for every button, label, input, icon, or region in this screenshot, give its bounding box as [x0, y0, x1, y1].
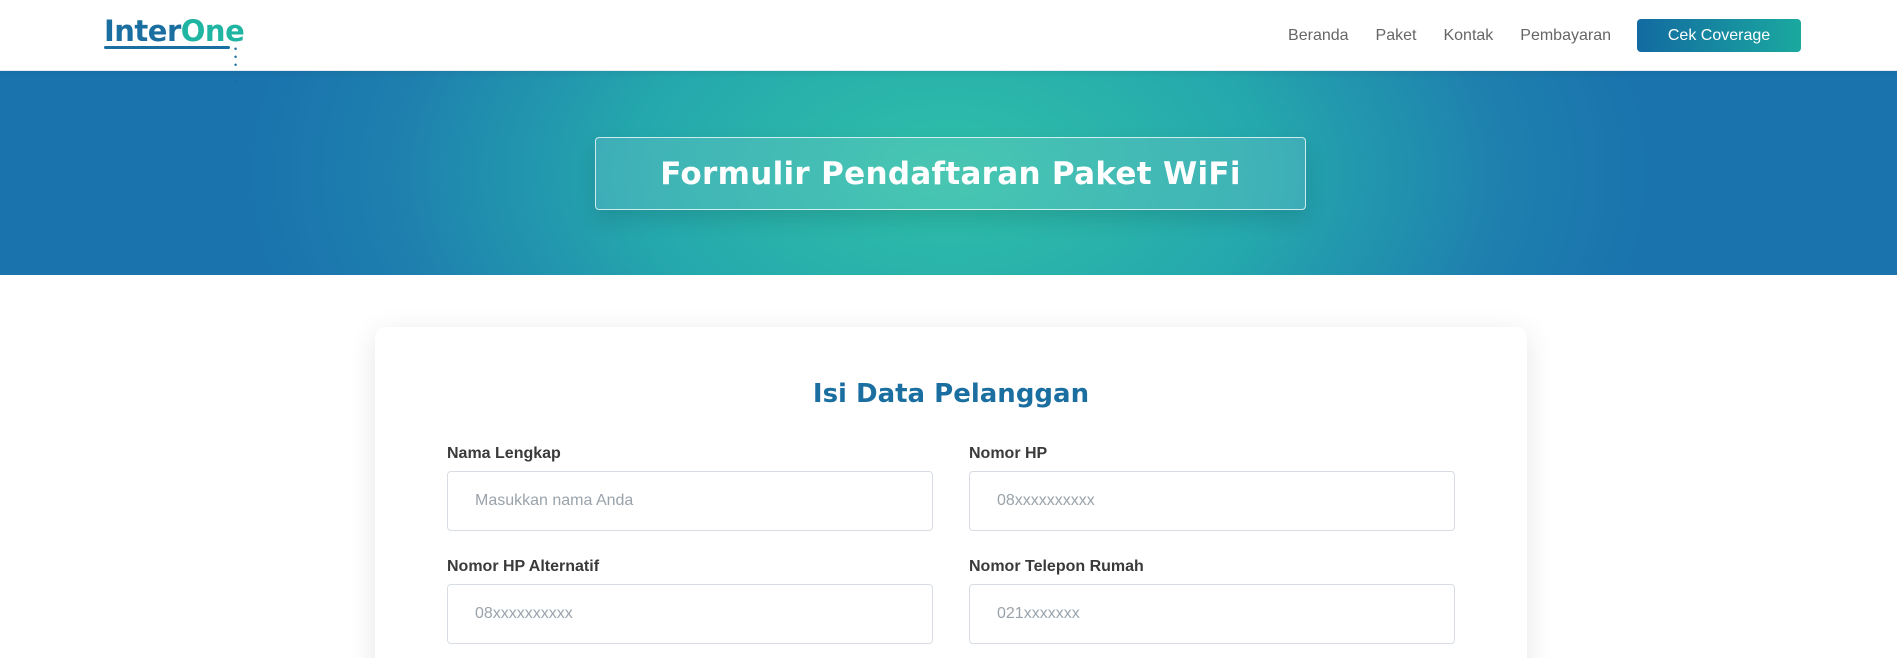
page-title: Formulir Pendaftaran Paket WiFi: [660, 155, 1241, 192]
logo-inter-text: Inter: [104, 14, 181, 48]
nomor-hp-alternatif-label: Nomor HP Alternatif: [447, 558, 600, 575]
nav-link-pembayaran[interactable]: Pembayaran: [1520, 27, 1611, 45]
field-nomor-telepon-rumah: Nomor Telepon Rumah: [969, 558, 1455, 644]
field-nama-lengkap: Nama Lengkap: [447, 445, 933, 531]
brand-logo[interactable]: InterOne • • • • •: [104, 14, 245, 86]
form-title: Isi Data Pelanggan: [812, 379, 1090, 409]
nav-link-kontak[interactable]: Kontak: [1443, 27, 1493, 45]
logo-one-text: One: [180, 14, 245, 48]
logo-underline: [104, 46, 230, 49]
registration-form-card: Isi Data Pelanggan Nama Lengkap Nomor HP…: [375, 327, 1527, 658]
nomor-telepon-rumah-label: Nomor Telepon Rumah: [969, 558, 1144, 575]
nomor-hp-alternatif-input[interactable]: [447, 584, 933, 644]
hero-title-box: Formulir Pendaftaran Paket WiFi: [595, 137, 1306, 210]
nav-link-beranda[interactable]: Beranda: [1288, 27, 1349, 45]
field-nomor-hp: Nomor HP: [969, 445, 1455, 531]
nomor-hp-input[interactable]: [969, 471, 1455, 531]
cek-coverage-button[interactable]: Cek Coverage: [1637, 19, 1801, 52]
hero-banner: Formulir Pendaftaran Paket WiFi: [0, 71, 1897, 275]
nomor-telepon-rumah-input[interactable]: [969, 584, 1455, 644]
nama-lengkap-label: Nama Lengkap: [447, 445, 561, 462]
logo-wordmark: InterOne: [104, 14, 245, 48]
nama-lengkap-input[interactable]: [447, 471, 933, 531]
navbar: InterOne • • • • • Beranda Paket Kontak …: [0, 0, 1897, 86]
nav-link-paket[interactable]: Paket: [1376, 27, 1417, 45]
nomor-hp-label: Nomor HP: [969, 445, 1048, 462]
logo-dots: • • • • •: [234, 44, 242, 86]
main-nav: Beranda Paket Kontak Pembayaran: [1288, 0, 1611, 71]
field-nomor-hp-alternatif: Nomor HP Alternatif: [447, 558, 933, 644]
